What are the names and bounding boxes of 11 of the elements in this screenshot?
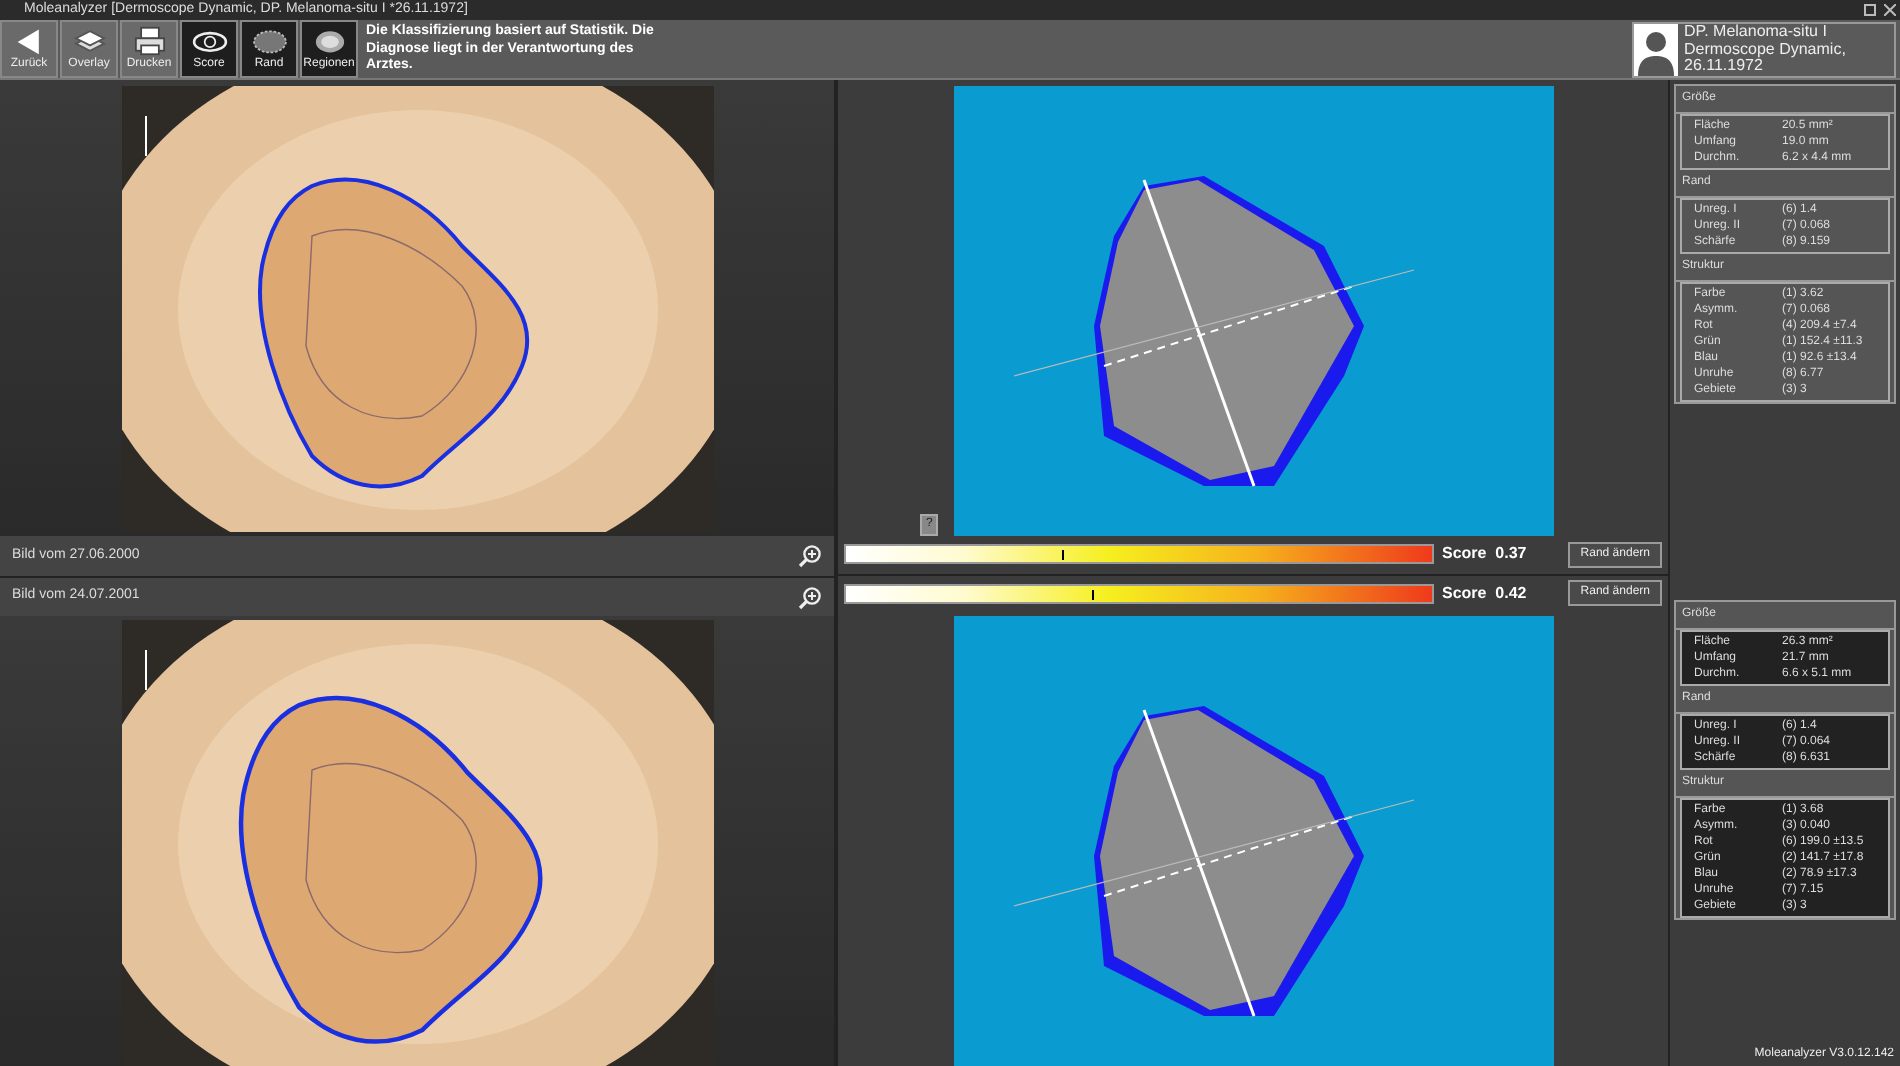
dotted-outline-icon <box>247 26 291 56</box>
zoom-in-icon[interactable] <box>798 585 822 609</box>
score-value: Score 0.42 <box>1442 581 1529 606</box>
zoom-in-icon[interactable] <box>798 544 822 568</box>
eye-icon <box>187 26 231 56</box>
patient-info-line: DP. Melanoma-situ I <box>1684 24 1829 42</box>
maximize-icon[interactable] <box>1864 4 1876 16</box>
close-icon[interactable] <box>1884 4 1896 16</box>
patient-info-line: 26.11.1972 <box>1684 58 1763 76</box>
patient-info-line: Dermoscope Dynamic, <box>1684 41 1848 58</box>
score-value: Score 0.37 <box>1442 542 1529 567</box>
